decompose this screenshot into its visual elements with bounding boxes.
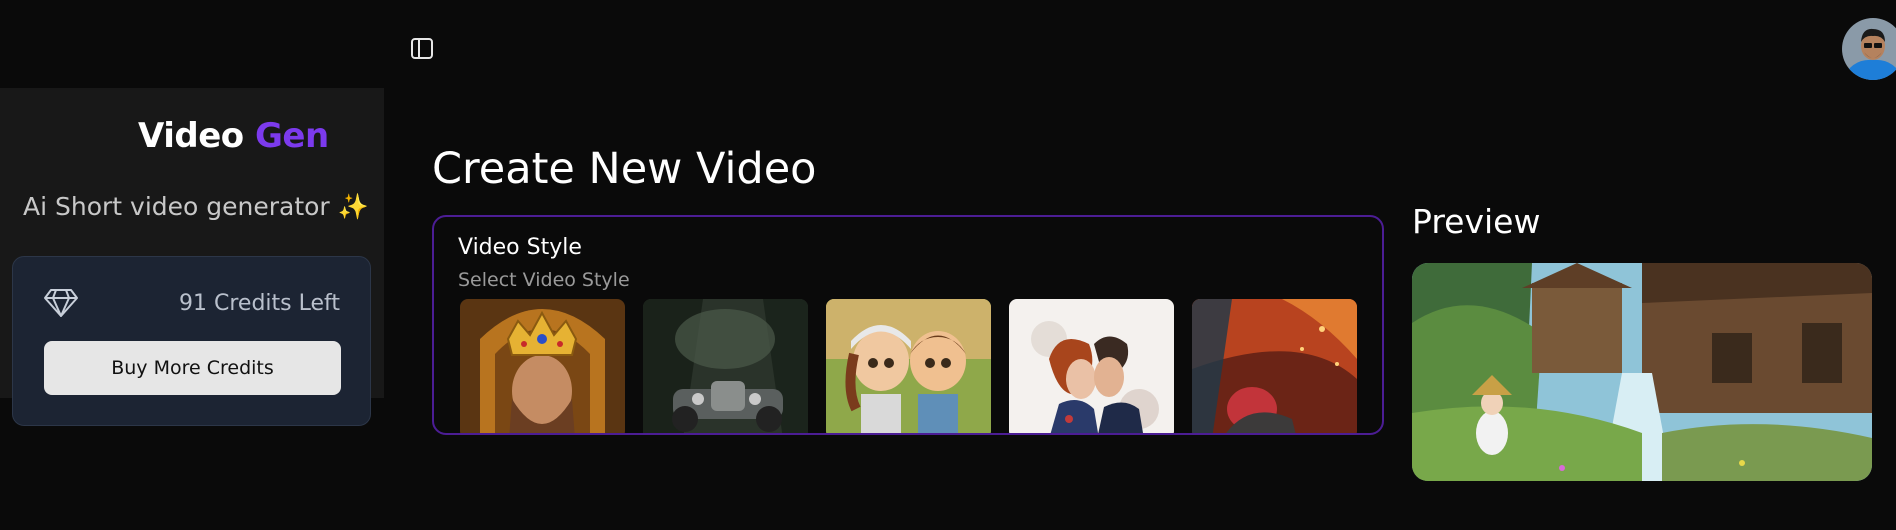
tagline-text: Ai Short video generator	[23, 192, 330, 221]
video-style-heading: Video Style	[458, 235, 582, 260]
app-logo[interactable]: Video Gen	[138, 116, 329, 156]
credits-card: 91 Credits Left Buy More Credits	[12, 256, 371, 426]
style-option-watercolor-couple[interactable]	[1009, 299, 1174, 433]
app-tagline: Ai Short video generator ✨	[23, 192, 369, 222]
page-title: Create New Video	[432, 144, 817, 194]
avatar[interactable]	[1842, 18, 1896, 80]
sparkle-icon: ✨	[337, 192, 369, 221]
top-bar	[0, 0, 1896, 88]
style-option-vintage-car[interactable]	[643, 299, 808, 433]
preview-title: Preview	[1412, 202, 1541, 241]
sidebar-toggle-icon[interactable]	[409, 36, 437, 62]
style-options	[460, 299, 1357, 433]
logo-primary-text: Video	[138, 116, 244, 156]
video-style-card: Video Style Select Video Style	[432, 215, 1384, 435]
style-option-king[interactable]	[460, 299, 625, 433]
credits-remaining: 91 Credits Left	[179, 291, 340, 316]
video-style-subheading: Select Video Style	[458, 269, 630, 291]
logo-accent-text: Gen	[254, 116, 329, 156]
gem-icon	[43, 287, 79, 319]
buy-more-credits-button[interactable]: Buy More Credits	[44, 341, 341, 395]
preview-image	[1412, 263, 1872, 481]
style-option-cartoon-kids[interactable]	[826, 299, 991, 433]
style-option-fantasy-warrior[interactable]	[1192, 299, 1357, 433]
